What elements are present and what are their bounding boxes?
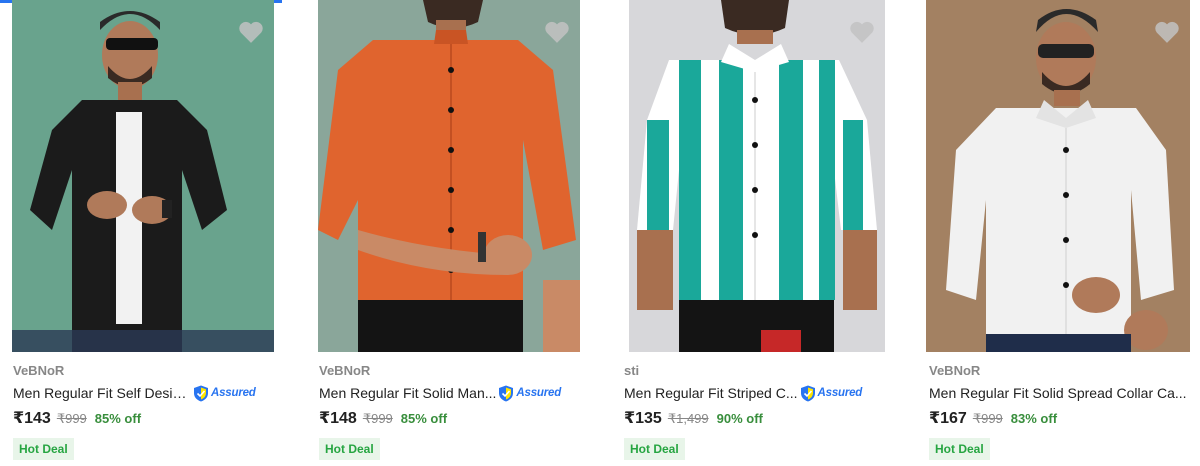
product-discount: 90% off	[716, 411, 763, 426]
product-price: ₹167	[929, 410, 967, 427]
assured-badge: Assured	[800, 385, 863, 402]
assured-label: Assured	[817, 387, 863, 399]
product-image-shirt-orange	[318, 0, 580, 352]
shield-icon	[800, 385, 815, 401]
product-mrp: ₹999	[972, 411, 1003, 426]
product-mrp: ₹1,499	[667, 411, 709, 426]
product-image[interactable]	[629, 0, 885, 352]
product-info: VeBNoR Men Regular Fit Solid Spread Coll…	[929, 362, 1200, 460]
product-discount: 85% off	[94, 411, 142, 426]
hot-deal-badge: Hot Deal	[624, 438, 685, 460]
product-brand: VeBNoR	[929, 363, 981, 378]
shield-icon	[499, 385, 514, 401]
product-info: VeBNoR Men Regular Fit Self Desig... Ass…	[13, 362, 289, 460]
hot-deal-badge: Hot Deal	[929, 438, 990, 460]
heart-icon[interactable]	[544, 20, 570, 44]
product-brand: VeBNoR	[13, 363, 65, 378]
product-info: VeBNoR Men Regular Fit Solid Man... Assu…	[319, 362, 595, 460]
heart-icon[interactable]	[238, 20, 264, 44]
product-mrp: ₹999	[362, 411, 393, 426]
product-mrp: ₹999	[56, 411, 87, 426]
assured-label: Assured	[211, 387, 256, 399]
assured-badge: Assured	[498, 385, 561, 402]
product-brand: sti	[624, 363, 640, 378]
product-info: sti Men Regular Fit Striped C... Assured…	[624, 362, 900, 460]
assured-label: Assured	[516, 387, 562, 399]
product-title[interactable]: Men Regular Fit Striped C...	[624, 383, 798, 403]
product-grid: VeBNoR Men Regular Fit Self Desig... Ass…	[0, 0, 1200, 466]
product-image-shirt-black	[12, 0, 274, 352]
heart-icon[interactable]	[1154, 20, 1180, 44]
product-title[interactable]: Men Regular Fit Solid Man...	[319, 383, 496, 403]
product-card[interactable]: VeBNoR Men Regular Fit Solid Man... Assu…	[306, 0, 596, 466]
product-card[interactable]: VeBNoR Men Regular Fit Solid Spread Coll…	[916, 0, 1200, 466]
product-image-shirt-striped	[629, 0, 885, 352]
product-title[interactable]: Men Regular Fit Solid Spread Collar Ca..…	[929, 383, 1187, 403]
product-brand: VeBNoR	[319, 363, 371, 378]
product-title[interactable]: Men Regular Fit Self Desig...	[13, 383, 191, 403]
product-card[interactable]: VeBNoR Men Regular Fit Self Desig... Ass…	[0, 0, 290, 466]
product-discount: 85% off	[400, 411, 448, 426]
shield-icon	[194, 385, 208, 401]
assured-badge: Assured	[193, 385, 256, 402]
product-card[interactable]: sti Men Regular Fit Striped C... Assured…	[611, 0, 901, 466]
product-price: ₹135	[624, 410, 662, 427]
product-image-shirt-white	[926, 0, 1190, 352]
product-price: ₹148	[319, 410, 357, 427]
hot-deal-badge: Hot Deal	[319, 438, 380, 460]
product-image[interactable]	[318, 0, 580, 352]
heart-icon[interactable]	[849, 20, 875, 44]
hot-deal-badge: Hot Deal	[13, 438, 74, 460]
product-discount: 83% off	[1010, 411, 1058, 426]
product-price: ₹143	[13, 410, 51, 427]
product-image[interactable]	[12, 0, 274, 352]
product-image[interactable]	[926, 0, 1190, 352]
